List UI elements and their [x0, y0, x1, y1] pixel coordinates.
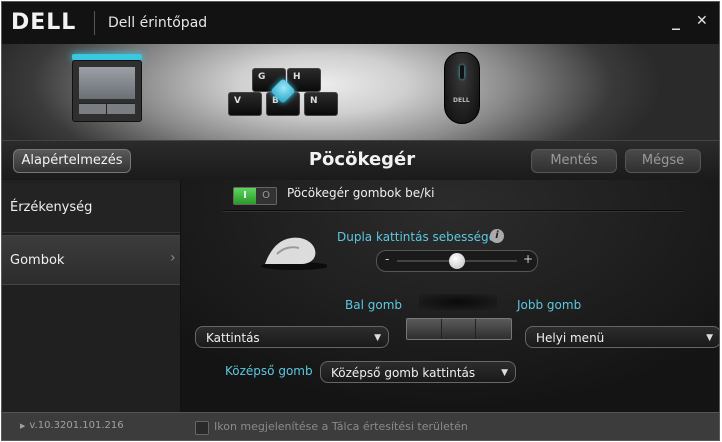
mouse-brand-label: DELL: [453, 97, 470, 104]
window-title: Dell érintőpad: [108, 15, 208, 31]
toggle-label: Pöcökegér gombok be/ki: [287, 186, 435, 200]
touchpad-surface: [79, 67, 135, 99]
save-button[interactable]: Mentés: [531, 149, 617, 173]
pointing-stick-buttons-icon: [406, 318, 512, 340]
sidebar-item-label: Érzékenység: [10, 200, 93, 215]
header-bar: Alapértelmezés Pöcökegér Mentés Mégse: [2, 140, 719, 182]
info-icon[interactable]: i: [490, 229, 504, 243]
dell-touchpad-window: DELL Dell érintőpad _ ✕ G H V B N DELL A…: [1, 1, 720, 441]
close-button[interactable]: ✕: [696, 13, 708, 29]
button-shadow: [419, 294, 497, 310]
mouse-wheel: [460, 65, 464, 79]
double-click-speed-slider[interactable]: - +: [376, 250, 538, 272]
sidebar-item-buttons[interactable]: Gombok: [2, 235, 180, 285]
buttons-panel: I O Pöcökegér gombok be/ki Dupla kattint…: [181, 180, 719, 412]
touchpad-icon: [72, 60, 142, 122]
device-banner: G H V B N DELL: [2, 44, 719, 140]
version-label: v.10.3201.101.216: [29, 420, 124, 431]
left-button-dropdown[interactable]: Kattintás ▼: [195, 326, 389, 348]
dell-logo: DELL: [11, 10, 77, 35]
left-button-value: Kattintás: [206, 331, 260, 345]
middle-button-dropdown[interactable]: Középső gomb kattintás ▼: [320, 361, 516, 383]
mouse-icon: DELL: [444, 52, 480, 124]
right-button-label: Jobb gomb: [517, 298, 582, 312]
chevron-down-icon: ▼: [374, 333, 381, 343]
right-button-value: Helyi menü: [536, 331, 605, 345]
footer: ▶ v.10.3201.101.216 Ikon megjelenítése a …: [2, 412, 719, 440]
chevron-down-icon: ▼: [501, 368, 508, 378]
page-title: Pöcökegér: [308, 149, 416, 170]
sidebar-item-label: Gombok: [10, 253, 65, 268]
minimize-button[interactable]: _: [672, 11, 680, 30]
toggle-on-indicator: I: [234, 188, 256, 204]
hand-click-icon: [261, 237, 327, 270]
tray-icon-checkbox[interactable]: [195, 421, 209, 435]
tray-icon-label: Ikon megjelenítése a Tálca értesítési te…: [214, 420, 468, 433]
touchpad-buttons: [79, 103, 135, 114]
double-click-speed-label: Dupla kattintás sebessége: [337, 230, 497, 244]
key-v: V: [228, 92, 262, 116]
chevron-right-icon: ›: [170, 250, 176, 266]
cancel-button[interactable]: Mégse: [625, 149, 701, 173]
slider-minus-label: -: [385, 252, 390, 266]
middle-button-value: Középső gomb kattintás: [331, 366, 476, 380]
right-button-dropdown[interactable]: Helyi menü ▼: [525, 326, 719, 348]
key-n: N: [304, 92, 338, 116]
sidebar: Érzékenység Gombok ›: [2, 180, 181, 412]
middle-button-label: Középső gomb: [225, 364, 313, 378]
expand-arrow-icon: ▶: [20, 422, 26, 430]
version-info[interactable]: ▶ v.10.3201.101.216: [20, 420, 124, 431]
slider-thumb[interactable]: [449, 253, 465, 269]
title-separator: [94, 11, 95, 35]
chevron-down-icon: ▼: [706, 333, 713, 343]
title-bar: DELL Dell érintőpad _ ✕: [2, 2, 719, 44]
toggle-off-indicator: O: [262, 190, 270, 201]
left-button-label: Bal gomb: [345, 298, 402, 312]
pointing-stick-buttons-toggle[interactable]: I O: [233, 187, 277, 205]
default-button[interactable]: Alapértelmezés: [13, 149, 131, 173]
slider-plus-label: +: [523, 252, 534, 266]
sidebar-item-sensitivity[interactable]: Érzékenység: [2, 183, 180, 233]
divider: [223, 210, 683, 212]
